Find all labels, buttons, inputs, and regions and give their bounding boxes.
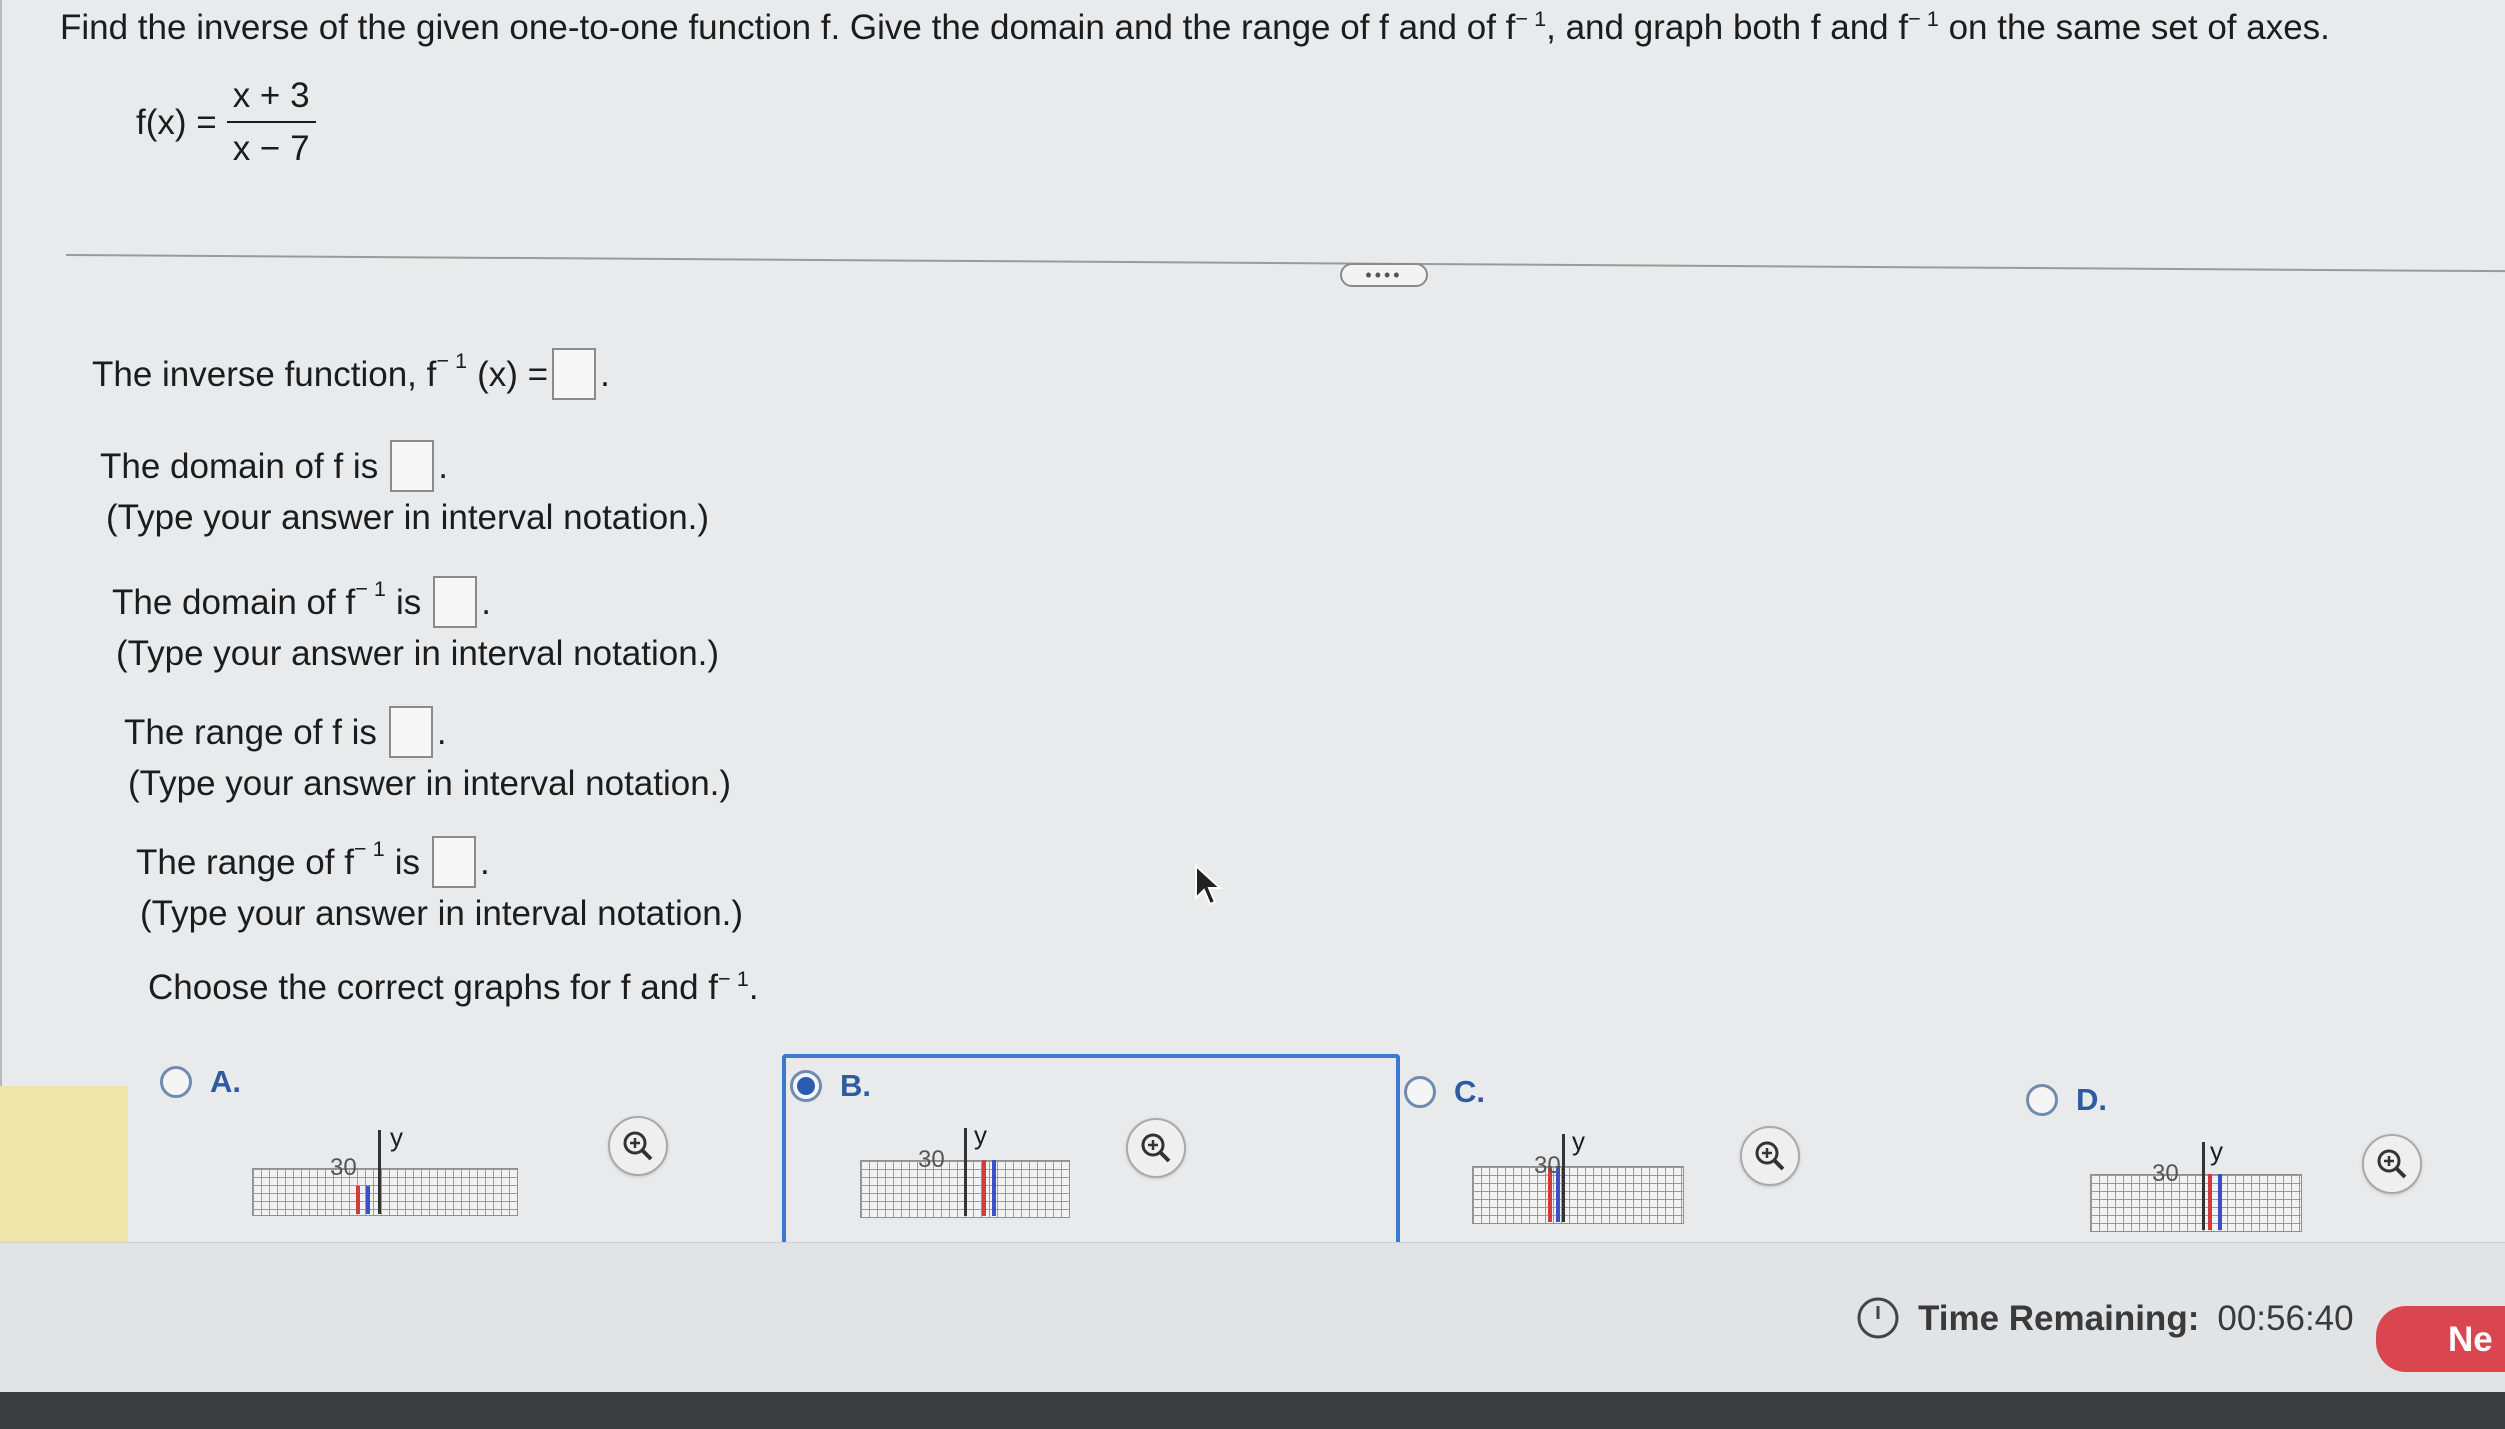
timer-label: Time Remaining: [1918,1298,2200,1338]
option-d-y-axis [2202,1142,2205,1230]
range-f-input[interactable] [388,706,433,758]
left-edge-line [0,0,2,1242]
option-c-zoom-button[interactable] [1740,1126,1800,1186]
option-a-y-label: y [390,1122,403,1152]
range-finv-row: The range of f − 1 is . [136,836,490,888]
option-b-asymptote-blue [992,1160,996,1216]
option-d-zoom-button[interactable] [2362,1134,2422,1194]
option-d-asymptote-red [2208,1174,2212,1230]
question-prompt: Find the inverse of the given one-to-one… [60,5,2330,47]
domain-f-row: The domain of f is . [100,440,448,492]
expand-divider-button[interactable]: •••• [1340,263,1428,287]
zoom-in-icon [623,1131,653,1161]
timer-value: 00:56:40 [2217,1298,2354,1338]
option-a-asymptote-blue [366,1186,370,1214]
inverse-function-input[interactable] [552,348,597,400]
option-c-graph [1472,1166,1684,1224]
option-b-y-label: y [974,1120,987,1150]
option-d-asymptote-blue [2218,1174,2222,1230]
next-button[interactable]: Ne [2376,1306,2505,1372]
inverse-function-row: The inverse function, f − 1 (x) = . [92,348,610,400]
option-d-graph [2090,1174,2302,1232]
option-d-radio[interactable] [2026,1084,2058,1116]
option-b-radio[interactable] [790,1070,822,1102]
option-d-tick-label: 30 [2152,1160,2179,1187]
domain-f-hint: (Type your answer in interval notation.) [106,498,710,537]
domain-finv-row: The domain of f − 1 is . [112,576,491,628]
option-c-tick-label: 30 [1534,1152,1561,1179]
option-b[interactable]: B. [790,1068,871,1104]
mouse-cursor-icon [1195,864,1223,906]
option-c-y-label: y [1572,1126,1585,1156]
range-f-hint: (Type your answer in interval notation.) [128,764,732,803]
option-a-radio[interactable] [160,1066,192,1098]
zoom-in-icon [1755,1141,1785,1171]
option-b-selected-frame [782,1054,1400,1254]
row-highlight [0,1086,128,1242]
zoom-in-icon [2377,1149,2407,1179]
option-a-zoom-button[interactable] [608,1116,668,1176]
option-a-tick-label: 30 [330,1154,357,1181]
option-b-tick-label: 30 [918,1146,945,1173]
choose-graphs-prompt: Choose the correct graphs for f and f− 1… [148,965,759,1007]
option-d-y-label: y [2210,1136,2223,1166]
option-a-asymptote-red [356,1186,360,1214]
function-numerator: x + 3 [226,78,316,123]
domain-finv-input[interactable] [433,576,478,628]
range-f-row: The range of f is . [124,706,447,758]
option-b-zoom-button[interactable] [1126,1118,1186,1178]
option-b-radio-dot [797,1077,815,1095]
zoom-in-icon [1141,1133,1171,1163]
function-definition: f(x) = x + 3 x − 7 [136,78,316,166]
domain-finv-hint: (Type your answer in interval notation.) [116,634,720,673]
option-b-asymptote-red [982,1160,986,1216]
option-a-y-axis [378,1130,381,1214]
domain-f-input[interactable] [390,440,435,492]
function-denominator: x − 7 [232,129,310,168]
timer: Time Remaining: 00:56:40 [1856,1296,2354,1340]
option-a-graph [252,1168,518,1216]
option-d[interactable]: D. [2026,1082,2107,1118]
clock-icon [1857,1297,1899,1339]
option-b-y-axis [964,1128,967,1216]
option-c-y-axis [1562,1134,1565,1222]
option-c-radio[interactable] [1404,1076,1436,1108]
range-finv-input[interactable] [431,836,476,888]
option-a[interactable]: A. [160,1064,241,1100]
bottom-bezel [0,1392,2505,1429]
section-divider [65,254,2505,273]
option-c[interactable]: C. [1404,1074,1485,1110]
range-finv-hint: (Type your answer in interval notation.) [140,894,744,933]
